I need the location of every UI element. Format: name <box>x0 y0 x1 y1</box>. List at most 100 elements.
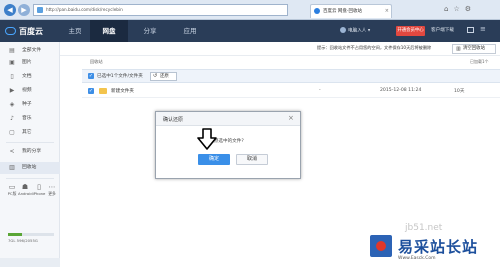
sidebar-item-label: 其它 <box>22 130 32 135</box>
sidebar-item-videos[interactable]: ▶ 视频 <box>0 85 60 97</box>
restore-label: 还原 <box>160 74 169 79</box>
file-name[interactable]: 新建文件夹 <box>111 88 134 94</box>
image-icon: ▣ <box>9 59 15 66</box>
dialog-title: 确认还原 <box>163 117 184 123</box>
nav-home[interactable]: 主页 <box>60 20 90 42</box>
forward-icon[interactable]: ▶ <box>18 4 30 16</box>
selection-text: 已选中1个文件/文件夹 <box>97 74 143 79</box>
sidebar-item-label: 回收站 <box>22 165 37 170</box>
sidebar-footer <box>0 258 60 267</box>
sidebar-item-label: 音乐 <box>22 116 32 121</box>
breadcrumb-current: 回收站 <box>90 59 103 64</box>
avatar <box>340 27 346 33</box>
recycle-notice: 提示：回收站文件不占用您的空间，文件保存10天后将被删除 <box>317 45 432 50</box>
app-header: 百度云 主页 网盘 分享 应用 电脑入人 ▾ 开通会员中心 客户端下载 ≡ <box>0 20 500 42</box>
pc-icon: ▭ <box>8 183 16 191</box>
user-menu[interactable]: 电脑入人 ▾ <box>340 27 370 34</box>
nav-share[interactable]: 分享 <box>130 20 170 42</box>
browser-tools-icons[interactable]: ⌂☆⚙ <box>444 5 476 13</box>
storage-bar-fill <box>8 233 22 236</box>
device-label: 更多 <box>48 191 56 196</box>
device-label: PC版 <box>7 191 17 196</box>
device-label: Android <box>18 191 33 196</box>
sidebar-item-label: 种子 <box>22 102 32 107</box>
device-more[interactable]: ⋯ 更多 <box>45 183 59 197</box>
logo-text: 百度云 <box>19 26 43 36</box>
trash-icon: ▥ <box>9 164 15 171</box>
watermark-brand: 易采站长站 Www.Easck.Com <box>364 232 500 267</box>
all-files-icon: ▤ <box>9 47 15 54</box>
sidebar-item-label: 全部文件 <box>22 48 42 53</box>
annotation-arrow-icon <box>197 128 217 150</box>
tab-title: 百度云 网盘-回收站 <box>323 9 363 14</box>
sidebar-item-documents[interactable]: ▯ 文档 <box>0 71 60 83</box>
address-bar[interactable]: http://pan.baidu.com/disk/recyclebin <box>33 4 288 16</box>
message-icon[interactable] <box>467 27 474 33</box>
storage-indicator: 7GL 596/2055G <box>8 233 54 243</box>
trash-icon: ▥ <box>456 46 461 52</box>
sidebar-divider <box>6 178 54 179</box>
client-download-link[interactable]: 客户端下载 <box>431 27 454 33</box>
restore-button[interactable]: ↺ 还原 <box>150 72 177 81</box>
cancel-button[interactable]: 取消 <box>236 154 268 165</box>
device-iphone[interactable]: ▯ iPhone <box>32 183 46 196</box>
storage-text: 7GL 596/2055G <box>8 238 38 243</box>
tab-favicon-icon <box>314 8 320 14</box>
device-label: iPhone <box>32 191 46 196</box>
sidebar-item-images[interactable]: ▣ 图片 <box>0 57 60 69</box>
vip-button[interactable]: 开通会员中心 <box>396 26 425 36</box>
share-icon: < <box>9 148 15 155</box>
file-date: 2015-12-08 11:24 <box>380 88 422 93</box>
sidebar-item-all-files[interactable]: ▤ 全部文件 <box>0 45 60 57</box>
document-icon: ▯ <box>10 73 14 80</box>
browser-toolbar: ◀ ▶ http://pan.baidu.com/disk/recyclebin… <box>0 0 500 20</box>
sidebar-item-recycle-bin[interactable]: ▥ 回收站 <box>0 162 60 174</box>
row-checkbox[interactable]: ✓ <box>88 88 94 94</box>
music-icon: ♪ <box>10 115 14 122</box>
nav-apps[interactable]: 应用 <box>170 20 210 42</box>
sidebar-item-other[interactable]: ▢ 其它 <box>0 127 60 139</box>
sidebar-item-label: 文档 <box>22 74 32 79</box>
sidebar-item-label: 我的分享 <box>22 149 42 154</box>
sidebar-item-label: 图片 <box>22 60 32 65</box>
recycle-toolbar: 提示：回收站文件不占用您的空间，文件保存10天后将被删除 ▥ 清空回收站 <box>60 42 500 56</box>
sidebar: ▤ 全部文件 ▣ 图片 ▯ 文档 ▶ 视频 ◈ 种子 ♪ 音乐 ▢ 其它 < 我… <box>0 42 60 267</box>
restore-icon: ↺ <box>153 73 158 79</box>
video-icon: ▶ <box>9 87 15 94</box>
select-all-checkbox[interactable]: ✓ <box>88 73 94 79</box>
nav-netdisk[interactable]: 网盘 <box>90 20 128 42</box>
file-days-left: 10天 <box>454 89 465 94</box>
user-name: 电脑入人 <box>348 28 367 34</box>
device-android[interactable]: ☗ Android <box>18 183 33 196</box>
selection-bar: ✓ 已选中1个文件/文件夹 ↺ 还原 <box>82 69 500 83</box>
tab-close-icon[interactable]: × <box>385 5 389 18</box>
confirm-button[interactable]: 确定 <box>198 154 230 165</box>
page-icon <box>37 7 43 13</box>
cloud-logo-icon <box>5 27 16 35</box>
torrent-icon: ◈ <box>9 101 15 108</box>
close-icon[interactable]: × <box>288 114 294 122</box>
logo[interactable]: 百度云 <box>5 24 43 38</box>
clear-recycle-bin-button[interactable]: ▥ 清空回收站 <box>452 44 496 54</box>
confirm-restore-dialog: 确认还原 × 确认还原选中的文件? 确定 取消 <box>155 111 301 179</box>
folder-icon <box>99 88 107 94</box>
browser-tab[interactable]: 百度云 网盘-回收站 × <box>310 4 392 18</box>
loaded-count: 已加载1个 <box>470 59 489 64</box>
table-row[interactable]: ✓ 新建文件夹 - 2015-12-08 11:24 10天 <box>82 84 500 98</box>
other-icon: ▢ <box>9 129 15 136</box>
menu-icon[interactable]: ≡ <box>480 25 486 33</box>
file-size: - <box>319 88 321 93</box>
breadcrumb: 回收站 已加载1个 <box>60 57 500 67</box>
watermark-subtext: Www.Easck.Com <box>398 256 436 261</box>
sidebar-item-music[interactable]: ♪ 音乐 <box>0 113 60 125</box>
watermark-text: 易采站长站 <box>398 238 479 256</box>
sidebar-item-my-shares[interactable]: < 我的分享 <box>0 146 60 158</box>
sidebar-item-label: 视频 <box>22 88 32 93</box>
storage-bar <box>8 233 54 236</box>
sidebar-item-torrents[interactable]: ◈ 种子 <box>0 99 60 111</box>
device-pc[interactable]: ▭ PC版 <box>5 183 19 197</box>
more-icon: ⋯ <box>48 183 56 191</box>
android-icon: ☗ <box>21 183 29 191</box>
iphone-icon: ▯ <box>37 183 41 191</box>
back-icon[interactable]: ◀ <box>4 4 16 16</box>
